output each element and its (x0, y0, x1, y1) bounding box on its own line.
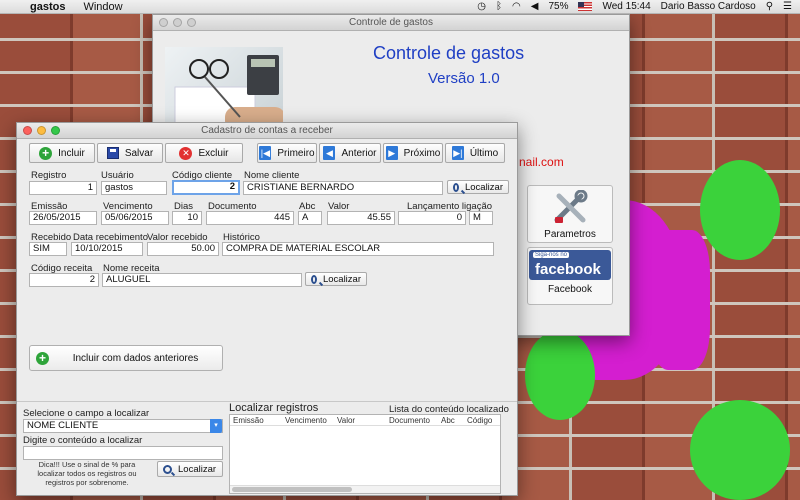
anterior-button[interactable]: ◀ Anterior (319, 143, 381, 163)
plus-icon: + (36, 351, 49, 365)
delete-icon: ✕ (179, 146, 193, 160)
status-area: ◷ ᛒ ◠ ◀ 75% Wed 15:44 Dario Basso Cardos… (477, 1, 800, 12)
column-header[interactable]: Valor (334, 415, 386, 425)
battery-level[interactable]: 75% (548, 1, 568, 12)
contact-email[interactable]: nail.com (519, 155, 564, 169)
last-record-icon: ▶| (451, 146, 464, 160)
main-window-title: Controle de gastos (349, 17, 433, 28)
excluir-button[interactable]: ✕ Excluir (165, 143, 243, 163)
bluetooth-icon[interactable]: ᛒ (496, 1, 502, 12)
salvar-button[interactable]: Salvar (97, 143, 163, 163)
localizar-receita-button[interactable]: Localizar (305, 272, 367, 286)
search-content-input[interactable] (23, 446, 223, 460)
close-button[interactable] (23, 126, 32, 135)
documento-field[interactable]: 445 (206, 211, 294, 225)
lancamento-tipo-field[interactable]: M (469, 211, 493, 225)
valor-field[interactable]: 45.55 (327, 211, 395, 225)
abc-field[interactable]: A (298, 211, 322, 225)
green-paint-splash (690, 400, 790, 500)
search-icon (453, 182, 459, 192)
localizar-registros-button[interactable]: Localizar (157, 461, 223, 477)
search-panel: Selecione o campo a localizar NOME CLIEN… (17, 401, 517, 495)
nome-cliente-label: Nome cliente (244, 170, 300, 181)
search-icon (163, 464, 172, 474)
results-header: Emissão Vencimento Valor Documento Abc C… (230, 415, 500, 426)
incluir-button[interactable]: + Incluir (29, 143, 95, 163)
user-name[interactable]: Dario Basso Cardoso (661, 1, 756, 12)
save-disk-icon (106, 147, 119, 159)
column-header[interactable]: Abc (438, 415, 464, 425)
horizontal-scrollbar[interactable] (230, 485, 500, 493)
historico-field[interactable]: COMPRA DE MATERIAL ESCOLAR (222, 242, 494, 256)
menu-window[interactable]: Window (83, 1, 122, 13)
zoom-button[interactable] (51, 126, 60, 135)
input-source-flag-icon[interactable] (578, 2, 593, 11)
nome-cliente-field[interactable]: CRISTIANE BERNARDO (243, 181, 443, 195)
proximo-button[interactable]: ▶ Próximo (383, 143, 443, 163)
volume-icon[interactable]: ◀ (531, 1, 539, 12)
ultimo-button[interactable]: ▶| Último (445, 143, 505, 163)
emissao-field[interactable]: 26/05/2015 (29, 211, 97, 225)
minimize-button[interactable] (37, 126, 46, 135)
codigo-cliente-field[interactable]: 2 (172, 180, 240, 195)
search-hint: Dica!!! Use o sinal de % para localizar … (37, 460, 137, 487)
menu-bar: gastos Window ◷ ᛒ ◠ ◀ 75% Wed 15:44 Dari… (0, 0, 800, 14)
app-version: Versão 1.0 (428, 70, 500, 87)
zoom-button[interactable] (187, 18, 196, 27)
data-recebimento-field[interactable]: 10/10/2015 (71, 242, 143, 256)
previous-record-icon: ◀ (323, 146, 336, 160)
results-table[interactable]: Emissão Vencimento Valor Documento Abc C… (229, 414, 501, 494)
content-label: Digite o conteúdo a localizar (23, 435, 143, 446)
column-header[interactable]: Documento (386, 415, 438, 425)
recebido-field[interactable]: SIM (29, 242, 67, 256)
tools-icon (528, 189, 612, 229)
first-record-icon: |◀ (259, 146, 272, 160)
app-menu[interactable]: gastos (30, 1, 65, 13)
plus-icon: + (39, 146, 53, 160)
dias-field[interactable]: 10 (172, 211, 202, 225)
parametros-button[interactable]: Parametros (527, 185, 613, 243)
search-icon (311, 274, 317, 284)
column-header[interactable]: Emissão (230, 415, 282, 425)
search-icon[interactable]: ⚲ (766, 1, 773, 12)
usuario-label: Usuário (101, 170, 134, 181)
column-header[interactable]: Vencimento (282, 415, 334, 425)
registro-field[interactable]: 1 (29, 181, 97, 195)
minimize-button[interactable] (173, 18, 182, 27)
pink-paint-splash (650, 230, 710, 370)
next-record-icon: ▶ (385, 146, 398, 160)
form-window-title: Cadastro de contas a receber (201, 125, 333, 136)
form-window: Cadastro de contas a receber + Incluir S… (16, 122, 518, 496)
app-heading: Controle de gastos (373, 43, 525, 63)
green-paint-splash (700, 160, 780, 260)
incluir-com-dados-anteriores-button[interactable]: + Incluir com dados anteriores (29, 345, 223, 371)
search-field-select[interactable]: NOME CLIENTE ▾ (23, 419, 223, 433)
chevron-down-icon: ▾ (210, 419, 222, 433)
vencimento-field[interactable]: 05/06/2015 (101, 211, 169, 225)
usuario-field[interactable]: gastos (101, 181, 167, 195)
column-header[interactable]: Código (464, 415, 500, 425)
main-window-titlebar: Controle de gastos (153, 15, 629, 31)
registro-label: Registro (31, 170, 67, 181)
valor-recebido-field[interactable]: 50.00 (147, 242, 219, 256)
green-paint-splash (525, 330, 595, 420)
lancamento-field[interactable]: 0 (398, 211, 466, 225)
time-machine-icon[interactable]: ◷ (477, 1, 486, 12)
localizar-cliente-button[interactable]: Localizar (447, 180, 509, 194)
close-button[interactable] (159, 18, 168, 27)
calculator-photo (165, 47, 283, 129)
facebook-label: Facebook (548, 284, 592, 295)
clock[interactable]: Wed 15:44 (602, 1, 650, 12)
parametros-label: Parametros (544, 229, 596, 240)
form-window-titlebar: Cadastro de contas a receber (17, 123, 517, 139)
results-title: Localizar registros (229, 402, 319, 414)
primeiro-button[interactable]: |◀ Primeiro (257, 143, 317, 163)
codigo-receita-field[interactable]: 2 (29, 273, 99, 287)
wifi-icon[interactable]: ◠ (512, 1, 521, 12)
nome-receita-field[interactable]: ALUGUEL (102, 273, 302, 287)
select-field-label: Selecione o campo a localizar (23, 408, 150, 419)
facebook-button[interactable]: Siga-nos no facebook Facebook (527, 247, 613, 305)
facebook-logo: Siga-nos no facebook (529, 250, 611, 280)
menu-list-icon[interactable]: ☰ (783, 1, 792, 12)
